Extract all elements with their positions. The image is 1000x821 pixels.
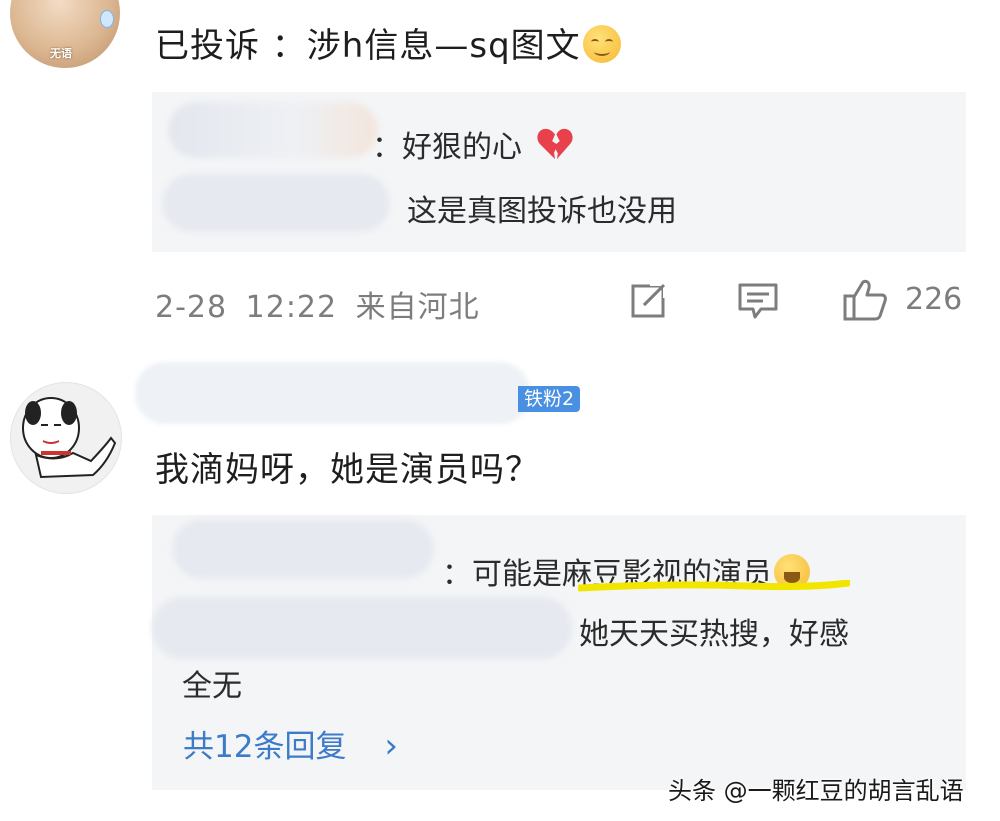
avatar-tag: 无语	[50, 47, 72, 60]
thumbs-up-icon[interactable]	[842, 278, 888, 322]
reply-line-2: 这是真图投诉也没用	[407, 194, 677, 229]
fan-badge: 铁粉2	[518, 386, 581, 412]
comment-time: 12:22	[245, 290, 338, 325]
comment-date: 2-28	[155, 290, 228, 325]
broken-heart-icon	[536, 128, 573, 160]
meme-face-avatar	[22, 397, 117, 479]
redacted-username	[152, 597, 572, 659]
redacted-username	[135, 362, 530, 424]
avatar-comment1[interactable]: 无语	[10, 0, 120, 68]
reply-line-1: ：好狠的心	[372, 122, 574, 166]
avatar-comment2[interactable]	[10, 382, 122, 494]
watermark: 头条 @一颗红豆的胡言乱语	[668, 777, 964, 805]
comment1-meta: 2-28 12:22 来自河北	[155, 282, 480, 326]
comment2-text: 我滴妈呀，她是演员吗？	[155, 450, 540, 490]
reply-line-2: 她天天买热搜，好感	[579, 617, 849, 652]
view-more-replies-link[interactable]: 共12条回复 ›	[183, 721, 398, 766]
redacted-username	[162, 174, 390, 232]
like-count: 226	[905, 282, 963, 317]
comment1-text: 已投诉 ：涉h信息—sq图文	[155, 18, 621, 67]
share-icon[interactable]	[630, 280, 670, 320]
comment-icon[interactable]	[737, 282, 779, 320]
comment-location: 来自河北	[355, 290, 480, 325]
reply-preview-box-1[interactable]: ：好狠的心 这是真图投诉也没用	[152, 92, 966, 252]
redacted-username	[168, 102, 378, 158]
redacted-username	[172, 519, 434, 579]
teardrop-decoration	[100, 10, 114, 28]
highlight-underline	[578, 580, 850, 592]
chevron-right-icon: ›	[384, 726, 398, 766]
smile-emoji-icon	[582, 25, 621, 63]
reply-line-2-cont: 全无	[182, 669, 242, 704]
comment1-body: 已投诉 ：涉h信息—sq图文	[155, 26, 581, 66]
